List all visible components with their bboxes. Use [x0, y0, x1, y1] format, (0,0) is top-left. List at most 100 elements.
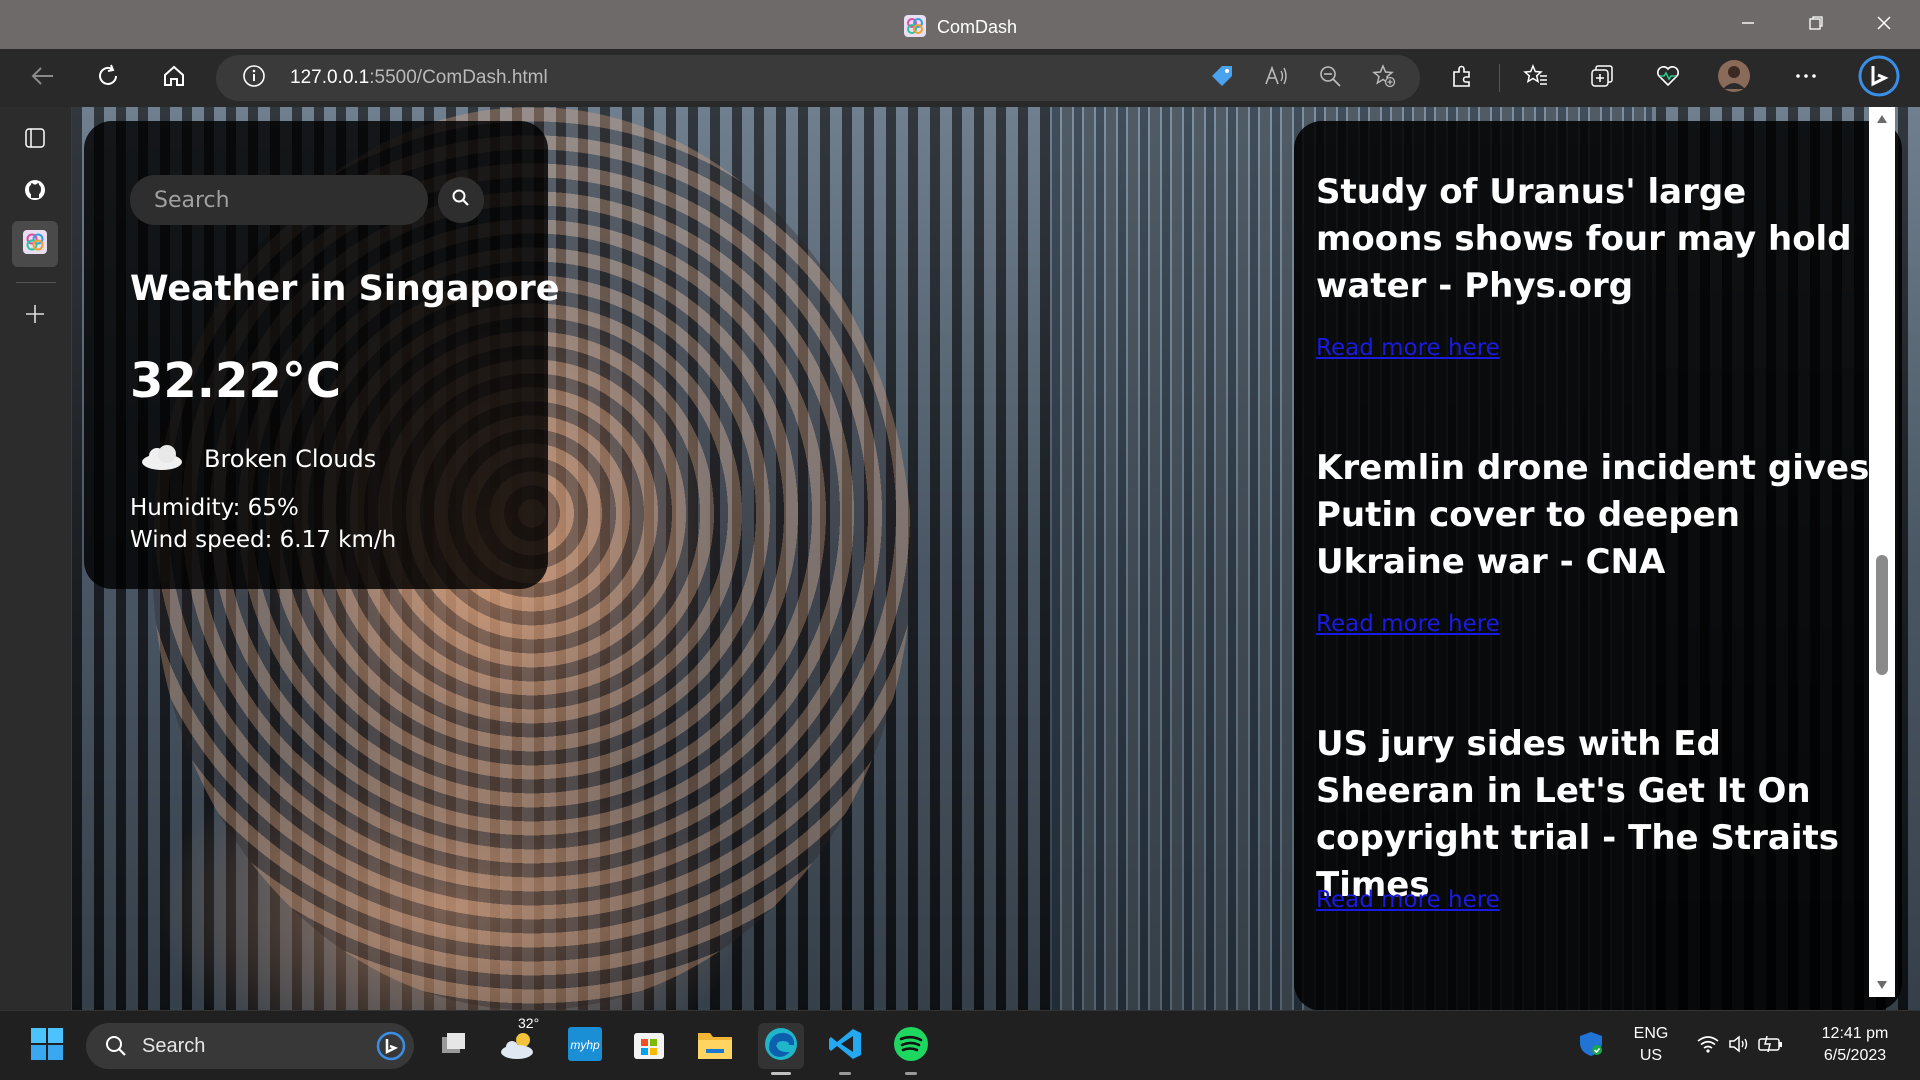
add-sidebar-app-button[interactable] — [12, 293, 58, 339]
language-code: ENG — [1633, 1025, 1669, 1042]
bing-copilot-button[interactable] — [1856, 55, 1902, 101]
back-icon — [29, 63, 55, 93]
taskbar-search[interactable]: Search — [86, 1023, 414, 1069]
browser-sidebar — [0, 107, 72, 1010]
triangle-down-icon — [1876, 975, 1888, 994]
cloud-icon — [140, 443, 184, 475]
file-explorer-button[interactable] — [692, 1023, 738, 1069]
bing-icon — [376, 1031, 406, 1065]
home-button[interactable] — [154, 58, 194, 98]
minimize-button[interactable] — [1714, 0, 1782, 49]
title-bar: ComDash — [0, 0, 1920, 49]
weather-widget-temp: 32° — [518, 1015, 540, 1031]
site-info-button[interactable] — [236, 60, 272, 96]
news-list: Study of Uranus' large moons shows four … — [1316, 169, 1876, 997]
clock-date: 6/5/2023 — [1823, 1047, 1887, 1064]
read-more-link[interactable]: Read more here — [1316, 335, 1500, 361]
volume-icon — [1728, 1034, 1750, 1058]
comdash-app-icon — [22, 229, 48, 259]
add-favorite-button[interactable] — [1366, 60, 1402, 96]
news-item: Kremlin drone incident gives Putin cover… — [1316, 445, 1876, 721]
refresh-icon — [95, 63, 121, 93]
news-headline: Kremlin drone incident gives Putin cover… — [1316, 448, 1870, 582]
wifi-icon — [1696, 1034, 1720, 1058]
tab-actions-icon — [24, 127, 46, 153]
scroll-up-arrow[interactable] — [1874, 111, 1890, 125]
weather-card: Weather in Singapore 32.22°C Broken Clou… — [84, 121, 560, 589]
url-text[interactable]: 127.0.0.1:5500/ComDash.html — [290, 67, 548, 89]
taskbar: Search 32° myhp ENG US 12:41 pm 6/5/2023 — [0, 1010, 1920, 1080]
bing-copilot-icon — [1857, 54, 1901, 102]
edge-taskbar-button[interactable] — [758, 1023, 804, 1075]
info-icon — [242, 64, 266, 92]
read-aloud-button[interactable] — [1258, 60, 1294, 96]
svg-text:myhp: myhp — [570, 1038, 600, 1052]
spotify-icon — [893, 1026, 929, 1066]
more-icon — [1793, 63, 1819, 93]
page-scrollbar[interactable] — [1869, 107, 1895, 997]
read-more-link[interactable]: Read more here — [1316, 887, 1500, 913]
spotify-button[interactable] — [888, 1023, 934, 1075]
task-view-icon — [438, 1029, 468, 1063]
refresh-button[interactable] — [88, 58, 128, 98]
back-button[interactable] — [22, 58, 62, 98]
weather-humidity: Humidity: 65% — [130, 495, 299, 521]
address-bar[interactable]: 127.0.0.1:5500/ComDash.html — [216, 55, 1420, 101]
city-search-input[interactable] — [130, 175, 428, 225]
profile-avatar — [1717, 59, 1751, 97]
quick-settings-button[interactable] — [1690, 1023, 1790, 1069]
scroll-down-arrow[interactable] — [1874, 977, 1890, 991]
input-language-indicator[interactable]: ENG US — [1620, 1023, 1682, 1067]
github-tab[interactable] — [12, 169, 58, 215]
collections-button[interactable] — [1582, 58, 1622, 98]
windows-start-icon — [30, 1027, 64, 1065]
coupon-icon — [1209, 63, 1235, 93]
url-path: :5500/ComDash.html — [369, 67, 548, 88]
running-indicator — [771, 1072, 791, 1075]
tab-actions-button[interactable] — [12, 117, 58, 163]
news-item: US jury sides with Ed Sheeran in Let's G… — [1316, 721, 1876, 997]
search-icon — [104, 1034, 128, 1062]
close-button[interactable] — [1850, 0, 1918, 49]
more-button[interactable] — [1786, 58, 1826, 98]
read-aloud-icon — [1263, 63, 1289, 93]
vscode-icon — [827, 1026, 863, 1066]
myhp-button[interactable]: myhp — [562, 1023, 608, 1069]
security-tray-button[interactable] — [1568, 1023, 1614, 1069]
favorites-icon — [1523, 63, 1549, 93]
zoom-out-button[interactable] — [1312, 60, 1348, 96]
clock[interactable]: 12:41 pm 6/5/2023 — [1800, 1023, 1910, 1067]
read-more-link[interactable]: Read more here — [1316, 611, 1500, 637]
task-view-button[interactable] — [430, 1023, 476, 1069]
favorites-button[interactable] — [1516, 58, 1556, 98]
news-headline: US jury sides with Ed Sheeran in Let's G… — [1316, 724, 1840, 905]
zoom-out-icon — [1318, 64, 1342, 92]
microsoft-store-button[interactable] — [626, 1023, 672, 1069]
news-headline: Study of Uranus' large moons shows four … — [1316, 172, 1852, 306]
add-icon — [24, 303, 46, 329]
comdash-favicon-icon — [903, 14, 927, 38]
browser-essentials-button[interactable] — [1648, 58, 1688, 98]
running-indicator — [839, 1072, 851, 1075]
coupon-button[interactable] — [1204, 60, 1240, 96]
sidebar-divider — [16, 282, 56, 283]
search-button[interactable] — [438, 177, 484, 223]
restore-button[interactable] — [1782, 0, 1850, 49]
weather-condition: Broken Clouds — [140, 439, 376, 479]
start-button[interactable] — [24, 1023, 70, 1069]
vscode-button[interactable] — [822, 1023, 868, 1075]
collections-icon — [1589, 63, 1615, 93]
window-title-text: ComDash — [936, 17, 1018, 37]
running-indicator — [905, 1072, 917, 1075]
clock-time: 12:41 pm — [1821, 1025, 1889, 1042]
microsoft-store-icon — [632, 1027, 666, 1065]
news-card: Study of Uranus' large moons shows four … — [1294, 121, 1902, 1010]
profile-button[interactable] — [1714, 58, 1754, 98]
scrollbar-thumb[interactable] — [1876, 555, 1888, 675]
keyboard-region: US — [1639, 1047, 1663, 1064]
github-icon — [23, 178, 47, 206]
close-icon — [1876, 15, 1892, 35]
comdash-tab[interactable] — [12, 221, 58, 267]
extensions-button[interactable] — [1442, 58, 1482, 98]
weather-widget-button[interactable]: 32° — [496, 1015, 542, 1069]
